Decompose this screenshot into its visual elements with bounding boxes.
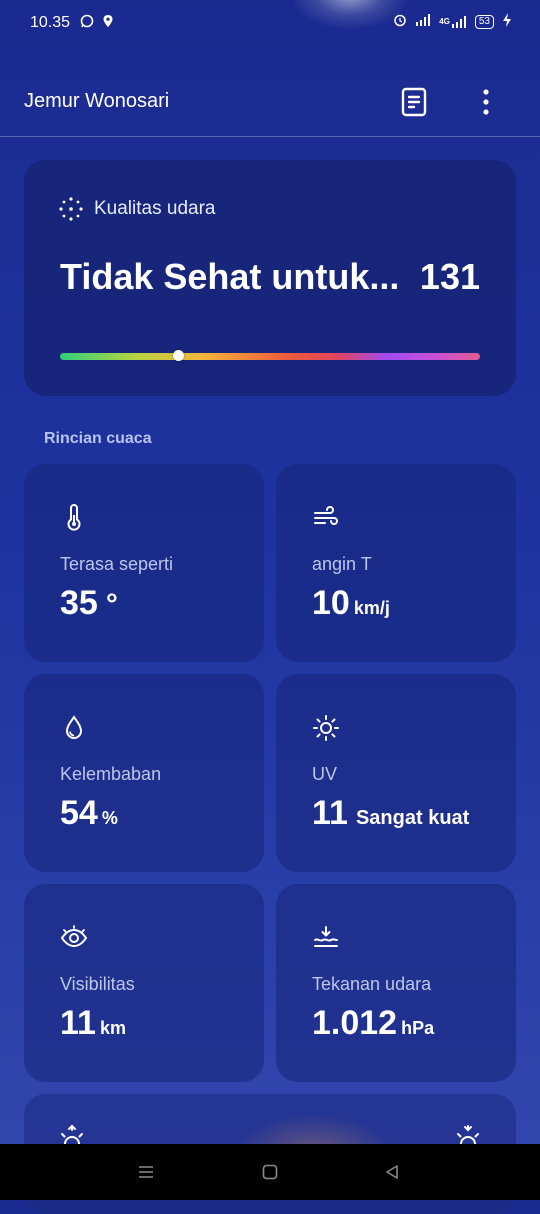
charging-icon <box>502 13 512 30</box>
air-quality-indicator <box>172 350 184 361</box>
eye-icon <box>60 924 88 952</box>
air-quality-card[interactable]: Kualitas udara Tidak Sehat untuk... 131 <box>24 160 516 396</box>
menu-icon <box>139 1166 153 1178</box>
air-quality-icon <box>59 197 83 221</box>
status-bar: 10.35 4G 53 <box>0 0 540 48</box>
tile-humidity[interactable]: Kelembaban 54% <box>24 674 264 872</box>
tile-unit: km/j <box>353 598 390 618</box>
thermometer-icon <box>60 504 88 532</box>
tile-unit: Sangat kuat <box>355 807 470 829</box>
tile-value: 10 <box>312 584 350 622</box>
app-bar: Jemur Wonosari <box>0 60 540 137</box>
tile-unit: km <box>99 1018 126 1038</box>
document-icon <box>401 87 427 117</box>
tile-uv[interactable]: UV 11 Sangat kuat <box>276 674 516 872</box>
status-time: 10.35 <box>30 14 71 31</box>
whatsapp-icon <box>80 14 94 33</box>
section-title: Rincian cuaca <box>44 430 152 447</box>
battery-indicator: 53 <box>474 14 494 29</box>
air-quality-scale <box>60 350 480 361</box>
alarm-icon <box>393 13 407 30</box>
tile-unit: hPa <box>401 1018 435 1038</box>
humidity-drop-icon <box>60 714 88 742</box>
tile-value: 11 <box>312 794 348 832</box>
tile-value: 54 <box>60 794 98 832</box>
tile-label: UV <box>312 764 338 784</box>
more-vert-icon <box>483 89 489 115</box>
network-type: 4G <box>439 17 450 26</box>
tile-label: Visibilitas <box>60 974 135 994</box>
sun-icon <box>312 714 340 742</box>
back-button[interactable] <box>380 1160 404 1184</box>
recent-apps-button[interactable] <box>134 1160 158 1184</box>
tile-unit: % <box>101 808 118 828</box>
air-quality-value: 131 <box>419 256 480 297</box>
tile-visibility[interactable]: Visibilitas 11 km <box>24 884 264 1082</box>
more-options-button[interactable] <box>468 84 504 120</box>
tile-unit: ° <box>105 588 118 621</box>
tile-label: Terasa seperti <box>60 554 174 574</box>
tile-value: 35 <box>60 584 98 622</box>
air-quality-status: Tidak Sehat untuk... <box>60 256 400 297</box>
back-icon <box>386 1165 398 1179</box>
navigation-bar <box>0 1144 540 1200</box>
signal-icon <box>415 14 431 29</box>
location-pin-icon <box>102 14 114 33</box>
page-title: Jemur Wonosari <box>24 90 170 112</box>
wind-icon <box>312 504 340 532</box>
home-icon <box>262 1164 278 1180</box>
4g-signal-icon: 4G <box>439 15 467 28</box>
tile-label: Kelembaban <box>60 764 162 784</box>
tile-pressure[interactable]: Tekanan udara 1.012 hPa <box>276 884 516 1082</box>
tile-label: angin T <box>312 554 372 574</box>
pressure-icon <box>312 924 340 952</box>
tile-value: 1.012 <box>312 1004 398 1042</box>
air-quality-label: Kualitas udara <box>94 198 216 219</box>
document-button[interactable] <box>396 84 432 120</box>
tile-wind[interactable]: angin T 10 km/j <box>276 464 516 662</box>
tile-label: Tekanan udara <box>312 974 432 994</box>
tile-value: 11 <box>60 1004 96 1042</box>
tile-feels-like[interactable]: Terasa seperti 35 ° <box>24 464 264 662</box>
home-button[interactable] <box>258 1160 282 1184</box>
